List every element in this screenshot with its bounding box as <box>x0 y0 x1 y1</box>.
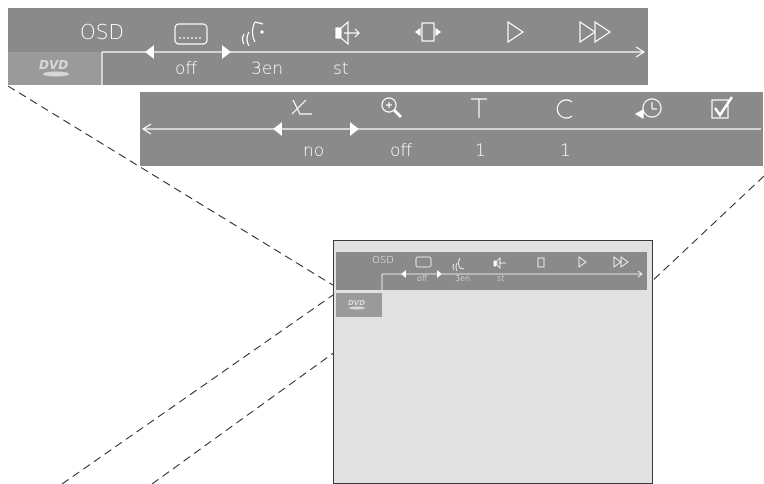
time-search-icon[interactable] <box>634 98 662 120</box>
title-icon[interactable] <box>471 98 487 118</box>
subtitle-value: off <box>175 59 198 79</box>
subtitle-icon[interactable] <box>174 23 208 45</box>
audio-language-icon[interactable] <box>241 21 264 47</box>
chapter-icon[interactable] <box>556 99 573 119</box>
zoom-value: off <box>390 141 413 161</box>
preview-osd-graphics <box>381 256 643 290</box>
preview-subtitle-value: off <box>417 274 428 283</box>
zoom-icon[interactable] <box>381 97 403 119</box>
preview-dvd-logo-text: DVD <box>348 299 365 307</box>
preview-sound-value: st <box>497 274 505 283</box>
osd-extended-graphics <box>141 96 761 136</box>
preview-audio-value: 3en <box>455 274 471 283</box>
select-right-arrow-2[interactable] <box>350 122 359 136</box>
osd-top-graphics <box>101 20 646 85</box>
check-icon[interactable] <box>711 96 734 119</box>
select-right-arrow[interactable] <box>222 45 231 59</box>
play-icon[interactable] <box>507 20 525 44</box>
guide-line-2 <box>61 292 337 484</box>
select-left-arrow[interactable] <box>145 45 154 59</box>
angle-value: no <box>303 141 325 161</box>
fast-forward-icon[interactable] <box>579 20 612 44</box>
audio-value: 3en <box>251 59 284 79</box>
angle-icon[interactable] <box>415 22 441 42</box>
chapter-value: 1 <box>560 141 571 161</box>
sound-value: st <box>333 59 349 79</box>
select-left-arrow-2[interactable] <box>273 122 282 136</box>
sound-mode-icon[interactable] <box>335 20 360 46</box>
guide-line-4 <box>647 175 764 286</box>
angle-off-icon[interactable] <box>291 99 312 115</box>
title-value: 1 <box>475 141 486 161</box>
preview-dvd-logo: DVD <box>348 299 365 310</box>
